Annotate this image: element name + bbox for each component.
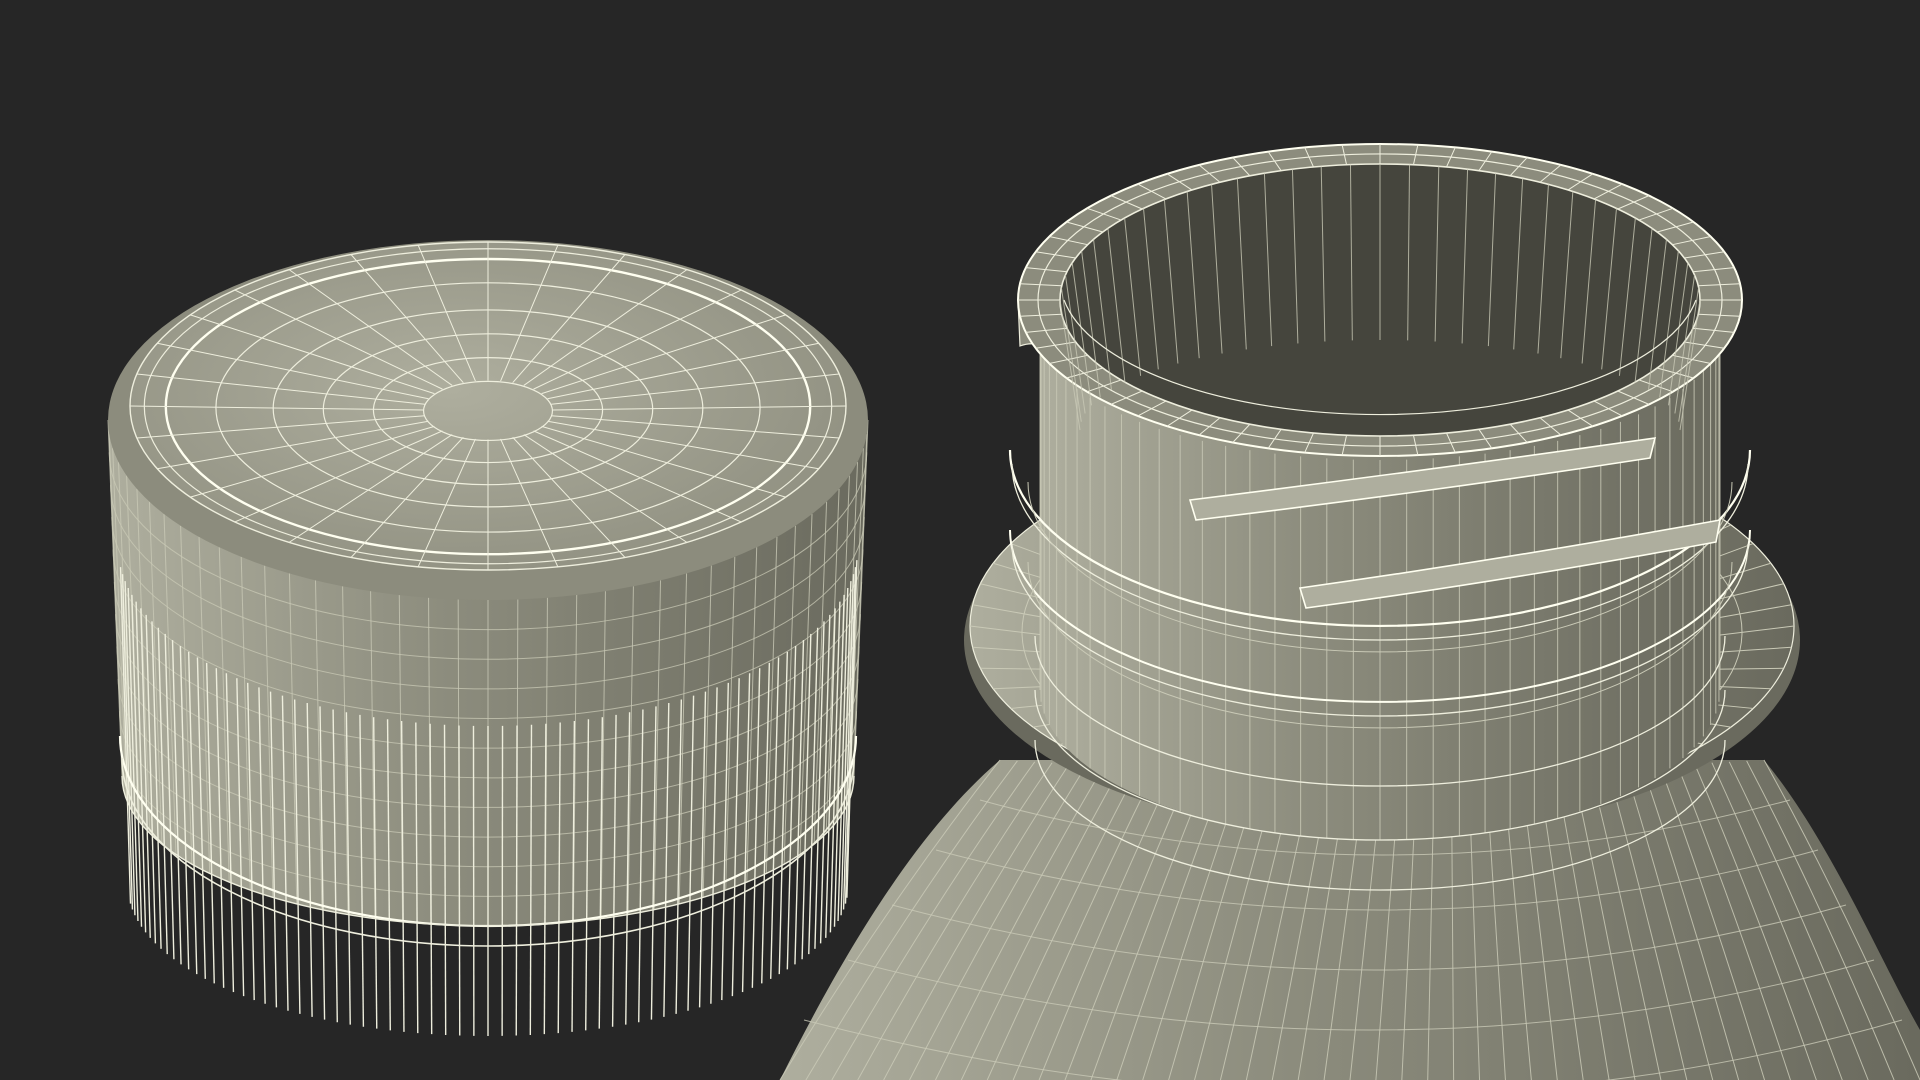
cap-knurl-rib: [515, 725, 518, 1036]
bottle-cap: [107, 240, 869, 1036]
cap-knurl-rib: [458, 725, 461, 1036]
render-viewport: [0, 0, 1920, 1080]
